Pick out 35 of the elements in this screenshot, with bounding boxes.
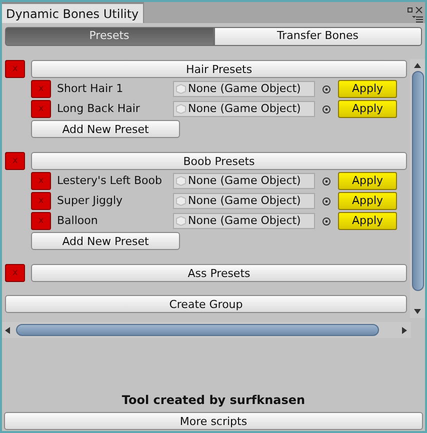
target-icon[interactable] (322, 196, 331, 206)
more-scripts-button[interactable]: More scripts (4, 412, 423, 430)
preset-name: Short Hair 1 (56, 80, 124, 97)
group-header[interactable]: Boob Presets (31, 152, 407, 170)
object-field[interactable]: None (Game Object) (173, 81, 315, 97)
add-preset-button[interactable]: Add New Preset (31, 232, 180, 250)
apply-button[interactable]: Apply (338, 212, 397, 230)
window-tab[interactable]: Dynamic Bones Utility (2, 2, 144, 23)
object-field[interactable]: None (Game Object) (173, 173, 315, 189)
preset-name: Balloon (56, 212, 99, 229)
object-field[interactable]: None (Game Object) (173, 213, 315, 229)
horizontal-scrollbar[interactable] (2, 322, 411, 338)
preset-name: Long Back Hair (56, 100, 141, 117)
apply-button[interactable]: Apply (338, 172, 397, 190)
target-icon[interactable] (322, 216, 331, 226)
target-icon[interactable] (322, 84, 331, 94)
target-icon[interactable] (322, 176, 331, 186)
group-header[interactable]: Ass Presets (31, 264, 407, 282)
menu-icon[interactable] (412, 15, 423, 23)
group-header[interactable]: Hair Presets (31, 60, 407, 78)
target-icon[interactable] (322, 104, 331, 114)
vertical-scrollbar[interactable] (410, 59, 425, 318)
toolbar-tab[interactable]: Presets (5, 27, 214, 46)
object-field[interactable]: None (Game Object) (173, 193, 315, 209)
apply-button[interactable]: Apply (338, 100, 397, 118)
apply-button[interactable]: Apply (338, 80, 397, 98)
toolbar-tab[interactable]: Transfer Bones (214, 27, 422, 46)
preset-name: Lestery's Left Boob (56, 172, 163, 189)
credit-text: Tool created by surfknasen (120, 392, 306, 409)
create-group-button[interactable]: Create Group (5, 295, 407, 313)
close-icon[interactable] (407, 7, 423, 14)
preset-name: Super Jiggly (56, 192, 124, 209)
object-field[interactable]: None (Game Object) (173, 101, 315, 117)
apply-button[interactable]: Apply (338, 192, 397, 210)
add-preset-button[interactable]: Add New Preset (31, 120, 180, 138)
